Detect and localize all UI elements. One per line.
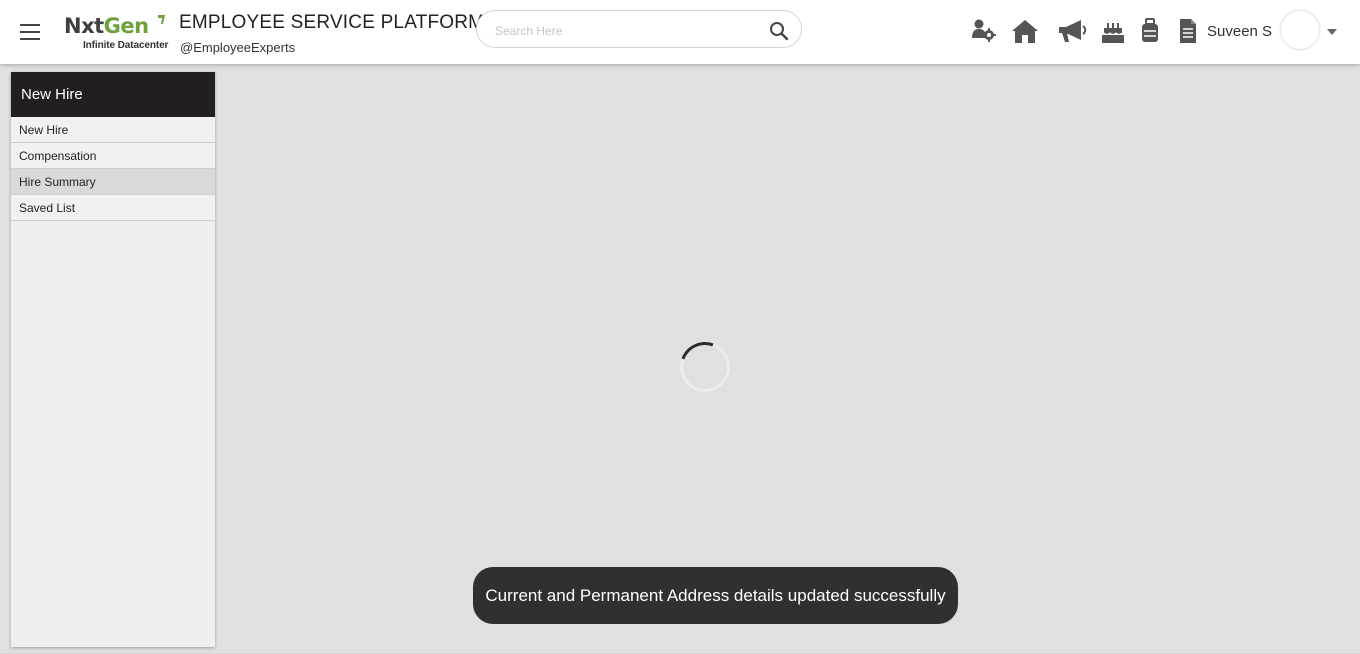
- hamburger-menu-icon[interactable]: [20, 24, 40, 40]
- user-name[interactable]: Suveen S: [1207, 23, 1272, 40]
- sidebar-item-saved-list[interactable]: Saved List: [11, 195, 215, 221]
- sidebar-item-compensation[interactable]: Compensation: [11, 143, 215, 169]
- toast-notification: Current and Permanent Address details up…: [473, 567, 958, 624]
- logo-word-part1: Nxt: [64, 14, 104, 38]
- app-title: EMPLOYEE SERVICE PLATFORM: [179, 12, 485, 33]
- logo-word-part2: Gen: [103, 14, 149, 38]
- people-gear-icon[interactable]: [971, 18, 997, 44]
- chevron-down-icon[interactable]: [1327, 29, 1337, 35]
- app-subtitle: @EmployeeExperts: [180, 40, 296, 55]
- company-logo: NxtGen Infinite Datacenter: [64, 14, 168, 54]
- avatar[interactable]: [1280, 10, 1320, 50]
- logo-mark-icon: [158, 15, 165, 24]
- birthday-cake-icon[interactable]: [1101, 18, 1125, 44]
- sidebar-header: New Hire: [11, 72, 215, 117]
- logo-wordmark: NxtGen: [64, 14, 168, 38]
- sidebar: New Hire New Hire Compensation Hire Summ…: [11, 72, 215, 647]
- top-bar: NxtGen Infinite Datacenter EMPLOYEE SERV…: [0, 0, 1360, 64]
- loading-spinner-icon: [671, 333, 739, 401]
- megaphone-icon[interactable]: [1057, 18, 1087, 44]
- logo-tagline: Infinite Datacenter: [83, 40, 169, 51]
- sidebar-item-hire-summary[interactable]: Hire Summary: [11, 169, 215, 195]
- search-icon[interactable]: [769, 21, 789, 41]
- document-icon[interactable]: [1179, 18, 1197, 44]
- sidebar-item-new-hire[interactable]: New Hire: [11, 117, 215, 143]
- search-input[interactable]: [493, 20, 757, 42]
- home-icon[interactable]: [1011, 18, 1039, 44]
- search-box: [476, 10, 802, 48]
- luggage-icon[interactable]: [1141, 18, 1159, 44]
